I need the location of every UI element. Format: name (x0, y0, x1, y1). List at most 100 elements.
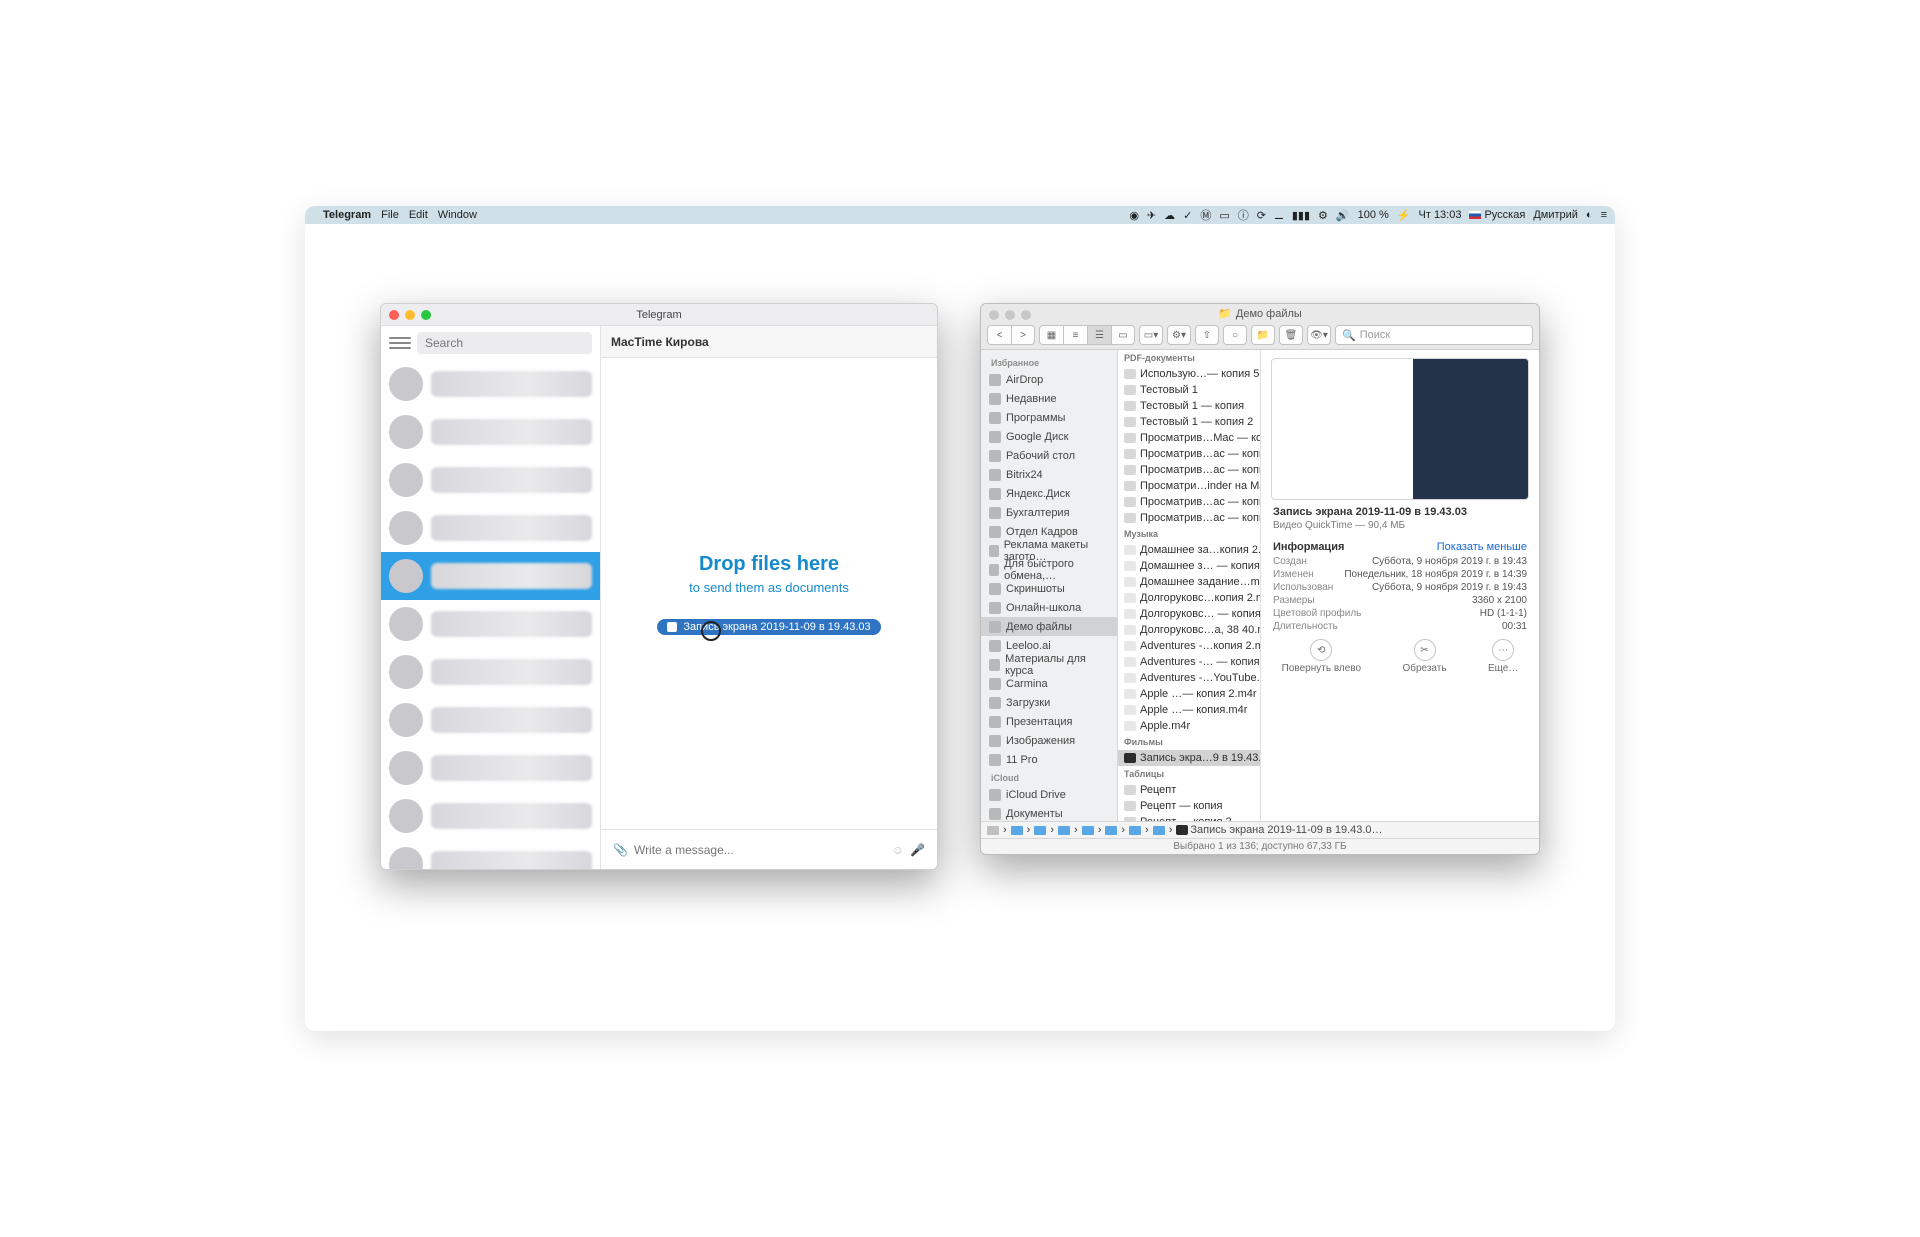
menu-edit[interactable]: Edit (409, 209, 428, 221)
path-segment[interactable] (1129, 826, 1141, 835)
sidebar-item[interactable]: iCloud Drive (981, 785, 1117, 804)
file-item[interactable]: Просматрив…ас — копия 5 (1118, 510, 1260, 526)
status-icon[interactable]: ⓘ (1238, 207, 1249, 223)
chat-header-name[interactable]: MacTime Кирова (601, 326, 937, 358)
sidebar-item[interactable]: AirDrop (981, 370, 1117, 389)
share-button[interactable]: ⇧ (1195, 325, 1219, 345)
sidebar-item[interactable]: Презентация (981, 712, 1117, 731)
show-less-link[interactable]: Показать меньше (1437, 541, 1527, 553)
file-item[interactable]: Просматри…inder на Mac (1118, 478, 1260, 494)
status-icon[interactable]: ☁ (1164, 209, 1175, 222)
chat-list-item[interactable] (381, 552, 600, 600)
file-item[interactable]: Запись экра…9 в 19.43.03 (1118, 750, 1260, 766)
file-item[interactable]: Просматрив…ас — копия 2 (1118, 446, 1260, 462)
sidebar-item[interactable]: Для быстрого обмена,… (981, 560, 1117, 579)
view-gallery-button[interactable]: ▭ (1111, 325, 1135, 345)
path-segment-file[interactable]: Запись экрана 2019-11-09 в 19.43.0… (1176, 824, 1382, 836)
sidebar-item[interactable]: 11 Pro (981, 750, 1117, 769)
file-item[interactable]: Использую…— копия 5 (1118, 366, 1260, 382)
file-item[interactable]: Долгоруковс… — копия.m4a (1118, 606, 1260, 622)
file-item[interactable]: Рецепт (1118, 782, 1260, 798)
sidebar-item[interactable]: Загрузки (981, 693, 1117, 712)
path-segment[interactable] (1034, 826, 1046, 835)
chat-list-item[interactable] (381, 840, 600, 869)
siri-icon[interactable]: ◐ (1586, 209, 1593, 221)
new-folder-button[interactable]: 📁 (1251, 325, 1275, 345)
file-item[interactable]: Домашнее за…копия 2.m4a (1118, 542, 1260, 558)
finder-path-bar[interactable]: › › › › › › › › Запись экрана 2019-11-09… (981, 821, 1539, 838)
control-center-icon[interactable]: ≡ (1601, 209, 1607, 221)
sidebar-item[interactable]: Документы (981, 804, 1117, 821)
sidebar-item[interactable]: Онлайн-школа (981, 598, 1117, 617)
chat-list-item[interactable] (381, 744, 600, 792)
file-item[interactable]: Adventures -…YouTube.mp3 (1118, 670, 1260, 686)
rotate-left-icon[interactable]: ⟲ (1310, 639, 1332, 661)
file-item[interactable]: Долгоруковс…копия 2.m4a (1118, 590, 1260, 606)
sidebar-item[interactable]: Программы (981, 408, 1117, 427)
chat-list-item[interactable] (381, 792, 600, 840)
sidebar-item[interactable]: Материалы для курса (981, 655, 1117, 674)
sidebar-item[interactable]: Бухгалтерия (981, 503, 1117, 522)
status-icon[interactable]: ✓ (1183, 209, 1192, 222)
chat-list-item[interactable] (381, 408, 600, 456)
chat-list-item[interactable] (381, 696, 600, 744)
view-icon-button[interactable]: ▦ (1039, 325, 1063, 345)
quick-look-button[interactable]: 👁▾ (1307, 325, 1331, 345)
tags-button[interactable]: ○ (1223, 325, 1247, 345)
hamburger-icon[interactable] (389, 332, 411, 354)
path-segment[interactable] (1105, 826, 1117, 835)
chat-list-item[interactable] (381, 504, 600, 552)
message-input[interactable] (634, 843, 886, 857)
preview-thumbnail[interactable] (1271, 358, 1529, 500)
sidebar-item[interactable]: Bitrix24 (981, 465, 1117, 484)
file-item[interactable]: Тестовый 1 (1118, 382, 1260, 398)
menubar-app-name[interactable]: Telegram (323, 209, 371, 221)
mic-icon[interactable]: 🎤 (910, 843, 925, 857)
delete-button[interactable]: 🗑 (1279, 325, 1303, 345)
more-icon[interactable]: ⋯ (1492, 639, 1514, 661)
path-segment[interactable] (1058, 826, 1070, 835)
telegram-search-input[interactable] (417, 332, 592, 354)
finder-file-column[interactable]: PDF-документыИспользую…— копия 5Тестовый… (1118, 350, 1261, 821)
file-item[interactable]: Adventures -…копия 2.mp3 (1118, 638, 1260, 654)
chat-list-item[interactable] (381, 456, 600, 504)
sidebar-item[interactable]: Недавние (981, 389, 1117, 408)
group-button[interactable]: ▭▾ (1139, 325, 1163, 345)
forward-button[interactable]: > (1011, 325, 1035, 345)
file-item[interactable]: Рецепт — копия 2 (1118, 814, 1260, 821)
view-column-button[interactable]: ☰ (1087, 325, 1111, 345)
status-icon[interactable]: ▭ (1219, 209, 1229, 222)
telegram-titlebar[interactable]: Telegram (381, 304, 937, 326)
chat-list-item[interactable] (381, 600, 600, 648)
status-icon[interactable]: ◉ (1129, 209, 1139, 222)
attach-icon[interactable]: 📎 (613, 843, 628, 857)
file-item[interactable]: Домашнее з… — копия.m4a (1118, 558, 1260, 574)
wifi-icon[interactable]: ⚙ (1318, 209, 1328, 222)
sidebar-item[interactable]: Изображения (981, 731, 1117, 750)
menubar-user[interactable]: Дмитрий (1533, 209, 1578, 221)
path-segment[interactable] (1082, 826, 1094, 835)
file-item[interactable]: Тестовый 1 — копия (1118, 398, 1260, 414)
battery-icon[interactable]: ▮▮▮ (1292, 209, 1310, 222)
view-list-button[interactable]: ≡ (1063, 325, 1087, 345)
finder-search-input[interactable]: 🔍 Поиск (1335, 325, 1533, 345)
sidebar-item[interactable]: Рабочий стол (981, 446, 1117, 465)
menubar-clock[interactable]: Чт 13:03 (1419, 209, 1462, 221)
input-lang[interactable]: Русская (1469, 209, 1525, 221)
bluetooth-icon[interactable]: ⚊ (1274, 209, 1284, 222)
file-item[interactable]: Apple …— копия.m4r (1118, 702, 1260, 718)
menu-window[interactable]: Window (438, 209, 477, 221)
file-item[interactable]: Рецепт — копия (1118, 798, 1260, 814)
action-button[interactable]: ⚙▾ (1167, 325, 1191, 345)
file-item[interactable]: Apple.m4r (1118, 718, 1260, 734)
volume-icon[interactable]: 🔊 (1336, 209, 1350, 222)
file-item[interactable]: Долгоруковс…а, 38 40.m4a (1118, 622, 1260, 638)
status-icon[interactable]: Ⓜ (1200, 207, 1211, 223)
file-item[interactable]: Просматрив…ас — копия 3 (1118, 494, 1260, 510)
back-button[interactable]: < (987, 325, 1011, 345)
file-item[interactable]: Просматрив…ас — копия 4 (1118, 462, 1260, 478)
file-item[interactable]: Apple …— копия 2.m4r (1118, 686, 1260, 702)
file-item[interactable]: Тестовый 1 — копия 2 (1118, 414, 1260, 430)
chat-list-item[interactable] (381, 648, 600, 696)
status-icon[interactable]: ⟳ (1257, 209, 1266, 222)
